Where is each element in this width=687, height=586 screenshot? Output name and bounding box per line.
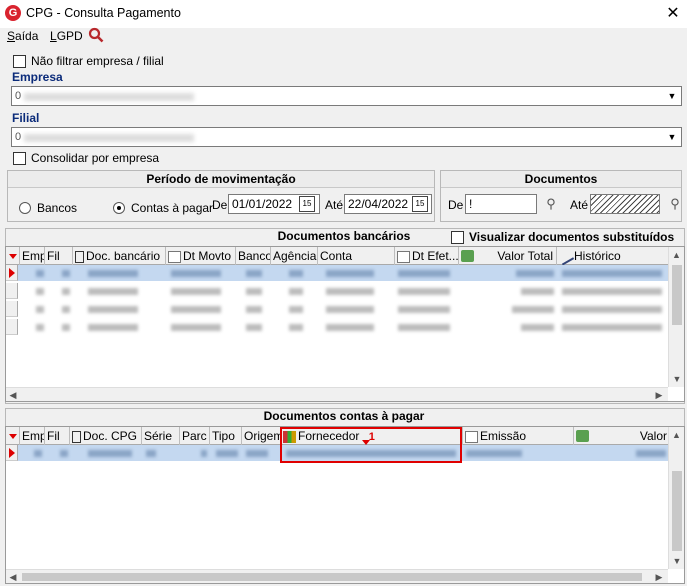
horizontal-scrollbar[interactable]: ◀ ▶ — [6, 569, 668, 583]
scroll-up-icon[interactable]: ▲ — [669, 427, 684, 443]
calendar-icon — [397, 250, 410, 263]
document-icon — [72, 430, 81, 443]
no-filter-label: Não filtrar empresa / filial — [31, 54, 164, 68]
empresa-select[interactable]: 0 ▼ — [11, 86, 682, 106]
scroll-right-icon[interactable]: ▶ — [652, 570, 666, 584]
current-row-icon — [9, 448, 15, 458]
documentos-title: Documentos — [441, 171, 681, 188]
col-historico[interactable]: Histórico — [557, 247, 670, 265]
documentos-de-label: De — [448, 198, 464, 212]
col-emp[interactable]: Emp — [20, 427, 45, 445]
scroll-down-icon[interactable]: ▼ — [669, 371, 685, 387]
col-fil[interactable]: Fil — [45, 247, 73, 265]
col-agencia[interactable]: Agência — [271, 247, 318, 265]
consolidar-checkbox[interactable] — [13, 152, 26, 165]
table-row[interactable] — [6, 301, 670, 317]
horizontal-scrollbar[interactable]: ◀ ▶ — [6, 387, 668, 401]
empresa-label: Empresa — [12, 70, 63, 84]
money-icon — [576, 430, 589, 442]
periodo-ate-label: Até — [325, 198, 344, 212]
no-filter-checkbox[interactable] — [13, 55, 26, 68]
table-row[interactable] — [6, 283, 670, 299]
binoculars-icon[interactable]: ⚲ — [540, 194, 562, 214]
documentos-ate-input[interactable] — [590, 194, 660, 214]
consolidar-label: Consolidar por empresa — [31, 151, 160, 165]
money-icon — [461, 250, 474, 262]
documentos-de-input[interactable]: ! — [465, 194, 537, 214]
col-doc-cpg[interactable]: Doc. CPG — [70, 427, 142, 445]
table-row[interactable] — [6, 319, 670, 335]
col-conta[interactable]: Conta — [318, 247, 395, 265]
search-icon[interactable] — [88, 27, 104, 43]
col-parc[interactable]: Parc — [180, 427, 210, 445]
col-dt-efet[interactable]: Dt Efet... — [395, 247, 459, 265]
col-valor[interactable]: Valor — [574, 427, 670, 445]
calendar-icon[interactable]: 15 — [299, 196, 315, 212]
window-title: CPG - Consulta Pagamento — [26, 6, 181, 20]
scroll-down-icon[interactable]: ▼ — [669, 553, 685, 569]
menu-lgpd[interactable]: LGPD — [50, 29, 83, 43]
radio-contas-pagar[interactable] — [113, 202, 125, 214]
radio-bancos-label: Bancos — [37, 201, 78, 215]
chevron-down-icon[interactable]: ▼ — [664, 88, 680, 104]
scroll-thumb[interactable] — [672, 471, 682, 551]
col-emp[interactable]: Emp — [20, 247, 45, 265]
col-emissao[interactable]: Emissão — [463, 427, 574, 445]
payable-docs-table[interactable]: Emp Fil Doc. CPG Série Parc Tipo Origem … — [5, 426, 685, 584]
col-tipo[interactable]: Tipo — [210, 427, 242, 445]
sort-indicator-icon — [6, 427, 20, 445]
binoculars-icon[interactable]: ⚲ — [664, 194, 686, 214]
table-row[interactable] — [6, 265, 670, 281]
documentos-ate-label: Até — [570, 198, 589, 212]
filial-select[interactable]: 0 ▼ — [11, 127, 682, 147]
col-valor-total[interactable]: Valor Total — [459, 247, 557, 265]
scroll-up-icon[interactable]: ▲ — [669, 247, 684, 263]
app-logo-icon: G — [5, 5, 21, 21]
show-substituted-checkbox[interactable] — [451, 231, 464, 244]
col-serie[interactable]: Série — [142, 427, 180, 445]
chevron-down-icon[interactable]: ▼ — [664, 129, 680, 145]
scroll-right-icon[interactable]: ▶ — [652, 388, 666, 402]
col-origem[interactable]: Origem — [242, 427, 281, 445]
periodo-title: Período de movimentação — [8, 171, 434, 188]
radio-bancos[interactable] — [19, 202, 31, 214]
close-icon[interactable]: ✕ — [664, 3, 682, 23]
radio-contas-pagar-label: Contas à pagar — [131, 201, 214, 215]
periodo-de-label: De — [212, 198, 228, 212]
document-icon — [75, 250, 84, 263]
table-header: Emp Fil Doc. bancário Dt Movto Banco Agê… — [6, 247, 670, 265]
vertical-scrollbar[interactable]: ▲ ▼ — [668, 247, 684, 387]
show-substituted-label: Visualizar documentos substituídos — [469, 230, 675, 244]
filial-label: Filial — [12, 111, 40, 125]
col-banco[interactable]: Banco — [236, 247, 271, 265]
vertical-scrollbar[interactable]: ▲ ▼ — [668, 427, 684, 569]
bank-docs-table[interactable]: Emp Fil Doc. bancário Dt Movto Banco Agê… — [5, 246, 685, 402]
scroll-thumb[interactable] — [672, 265, 682, 325]
col-dt-movto[interactable]: Dt Movto — [166, 247, 236, 265]
menu-exit[interactable]: Saída — [7, 29, 38, 43]
col-doc-bancario[interactable]: Doc. bancário — [73, 247, 166, 265]
scroll-thumb[interactable] — [22, 573, 642, 581]
highlight-box — [280, 427, 462, 463]
pencil-icon — [557, 248, 575, 265]
scroll-left-icon[interactable]: ◀ — [6, 570, 20, 584]
calendar-icon[interactable]: 15 — [412, 196, 428, 212]
sort-indicator-icon — [6, 247, 20, 265]
scroll-left-icon[interactable]: ◀ — [6, 388, 20, 402]
calendar-icon — [168, 250, 181, 263]
col-fil[interactable]: Fil — [45, 427, 70, 445]
payable-docs-title: Documentos contas à pagar — [263, 409, 425, 423]
calendar-icon — [465, 430, 478, 443]
current-row-icon — [9, 268, 15, 278]
